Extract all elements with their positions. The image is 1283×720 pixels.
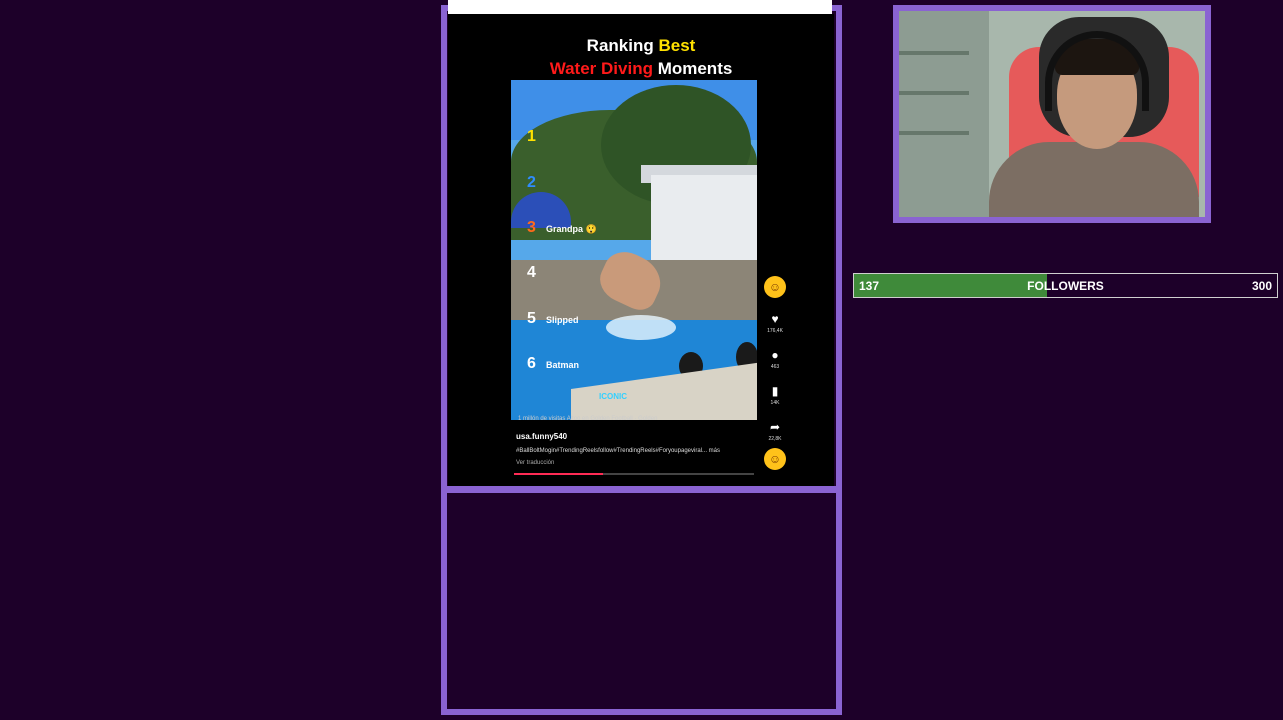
frame-divider [441,486,842,493]
music-info[interactable]: 1 millón de visitas Altoo en Golden Foot… [518,416,657,422]
comment-icon: ● [771,348,779,362]
followers-label: FOLLOWERS [1027,279,1104,293]
laughing-emoji-icon: ☺ [764,448,786,470]
video-progress-bar[interactable] [514,473,754,475]
rank-label-3: Grandpa 😲 [546,224,597,234]
avatar-button[interactable]: ☺ [764,276,786,298]
username-link[interactable]: usa.funny540 [516,432,567,441]
share-icon: ➦ [769,420,781,434]
bookmark-icon: ▮ [771,384,779,398]
streamer-body [989,142,1199,217]
save-button[interactable]: ▮ 14K [764,384,786,406]
rank-number-1: 1 [527,128,536,145]
comment-count: 463 [770,364,780,370]
video-title-line-1: Ranking Best [448,36,834,56]
sound-disc-button[interactable]: ☺ [764,448,786,470]
share-button[interactable]: ➦ 22,8K [764,420,786,442]
title-red-text: Water Diving [549,59,653,78]
rank-number-3: 3 [527,219,536,236]
watermark-text: ICONIC [599,392,627,401]
rank-number-4: 4 [527,264,536,281]
rank-number-6: 6 [527,355,536,372]
rank-number-2: 2 [527,174,536,191]
video-player[interactable]: Ranking Best Water Diving Moments 1 2 3 … [448,14,834,486]
splash [606,315,676,340]
followers-target: 300 [1251,279,1272,293]
translate-link[interactable]: Ver traducción [516,460,554,466]
like-count: 176,4K [767,328,783,334]
rank-number-5: 5 [527,310,536,327]
title-white-text-2: Moments [652,59,733,78]
video-clip[interactable]: 1 2 3 Grandpa 😲 4 5 Slipped 6 Batman ICO… [511,80,757,420]
side-actions: ☺ ♥ 176,4K ● 463 ▮ 14K ➦ 22,8K ☺ [764,276,786,470]
top-white-bar [448,0,832,14]
like-button[interactable]: ♥ 176,4K [764,312,786,334]
video-progress-fill [514,473,603,475]
comment-button[interactable]: ● 463 [764,348,786,370]
title-yellow-text: Best [658,36,696,55]
share-count: 22,8K [768,436,782,442]
streamer [959,17,1199,217]
rank-label-5: Slipped [546,315,579,325]
rank-label-6: Batman [546,360,580,370]
laughing-emoji-icon: ☺ [764,276,786,298]
save-count: 14K [770,400,780,406]
webcam-overlay [893,5,1211,223]
followers-goal-bar: 137 FOLLOWERS 300 [853,273,1278,298]
heart-icon: ♥ [771,312,779,326]
hashtags-text[interactable]: #BallBoltMogin#TrendingReelsfollow#Trend… [516,448,720,454]
video-title-line-2: Water Diving Moments [448,59,834,79]
title-white-text: Ranking [586,36,659,55]
